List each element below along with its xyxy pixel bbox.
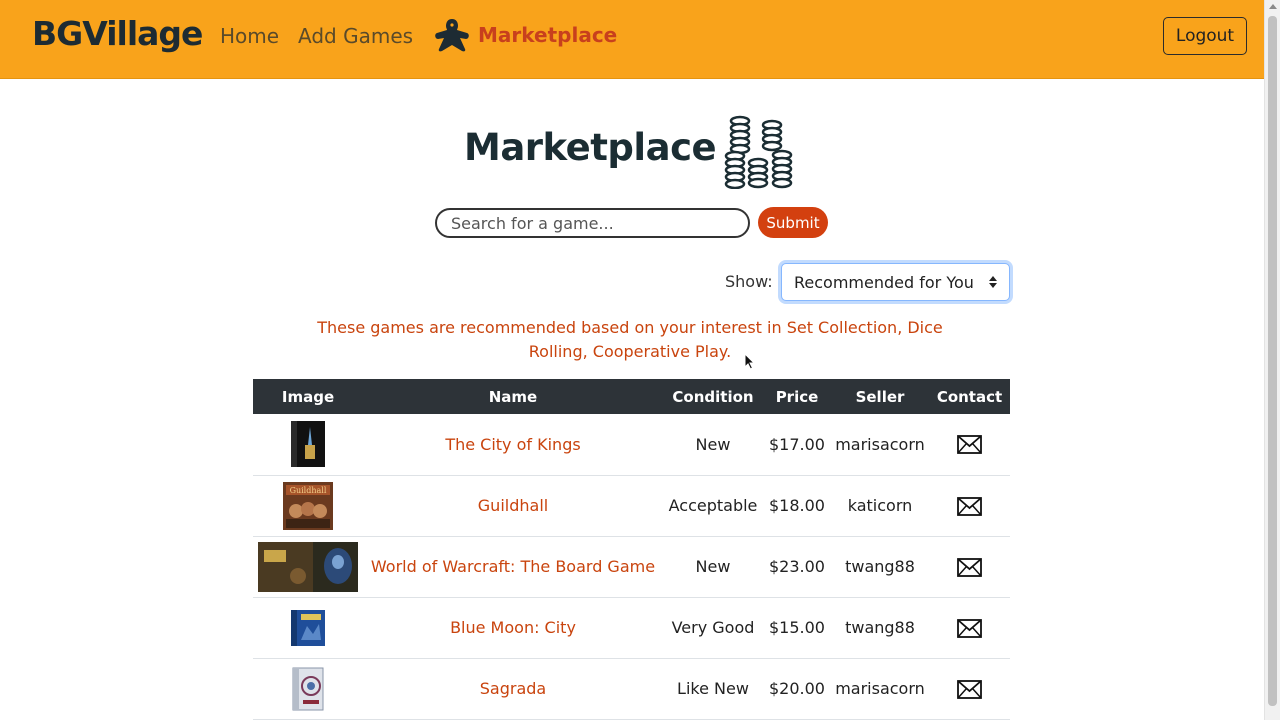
recommendation-note: These games are recommended based on you… [317, 318, 943, 361]
nav-marketplace-label: Marketplace [478, 23, 618, 47]
game-thumbnail-blue-moon-city[interactable] [289, 608, 327, 648]
nav-home-link[interactable]: Home [220, 24, 279, 48]
game-thumbnail-city-of-kings[interactable] [290, 419, 326, 469]
envelope-icon[interactable] [957, 435, 982, 455]
game-name-cell: World of Warcraft: The Board Game [363, 536, 663, 598]
page-title: Marketplace [464, 126, 717, 169]
submit-button[interactable]: Submit [758, 207, 828, 238]
game-thumbnail-world-of-warcraft[interactable] [258, 541, 358, 592]
contact-cell [929, 597, 1010, 659]
seller-cell: marisacorn [831, 414, 929, 476]
price-cell: $23.00 [763, 536, 831, 598]
column-header-image: Image [253, 379, 363, 414]
navbar: BGVillage Home Add Games Marketplace Log… [0, 0, 1264, 79]
game-name-link[interactable]: World of Warcraft: The Board Game [371, 557, 655, 576]
marketplace-table: Image Name Condition Price Seller Contac… [253, 379, 1010, 720]
seller-cell: twang88 [831, 536, 929, 598]
logout-button[interactable]: Logout [1163, 17, 1247, 55]
table-row: Blue Moon: City Very Good $15.00 twang88 [253, 597, 1010, 659]
nav-marketplace-link[interactable]: Marketplace [434, 18, 617, 52]
envelope-icon[interactable] [957, 557, 982, 577]
show-filter-select[interactable]: Recommended for You [781, 263, 1010, 301]
search-input[interactable] [435, 208, 750, 238]
contact-cell [929, 414, 1010, 476]
game-name-cell: Guildhall [363, 475, 663, 537]
table-row: Guildhall Guildhall Acceptable $18.00 ka… [253, 475, 1010, 537]
game-name-cell: Blue Moon: City [363, 597, 663, 659]
show-filter-selected-value: Recommended for You [794, 272, 974, 292]
scroll-thumb[interactable] [1268, 16, 1277, 706]
game-image-cell [253, 536, 363, 598]
game-image-cell: Guildhall [253, 475, 363, 537]
game-name-cell: Sagrada [363, 658, 663, 720]
envelope-icon[interactable] [957, 496, 982, 516]
game-name-link[interactable]: The City of Kings [445, 435, 580, 454]
contact-cell [929, 536, 1010, 598]
show-filter-label: Show: [725, 272, 773, 291]
game-name-cell: The City of Kings [363, 414, 663, 476]
column-header-seller: Seller [831, 379, 929, 414]
condition-cell: New [663, 414, 763, 476]
meeple-icon [435, 19, 469, 52]
table-header-row: Image Name Condition Price Seller Contac… [253, 379, 1010, 414]
column-header-condition: Condition [663, 379, 763, 414]
price-cell: $20.00 [763, 658, 831, 720]
brand-logo[interactable]: BGVillage [32, 14, 203, 53]
table-row: The City of Kings New $17.00 marisacorn [253, 414, 1010, 476]
game-image-cell [253, 414, 363, 476]
game-thumbnail-guildhall[interactable]: Guildhall [282, 481, 334, 531]
game-name-link[interactable]: Sagrada [480, 679, 546, 698]
mouse-cursor-icon [744, 353, 756, 370]
condition-cell: Like New [663, 658, 763, 720]
condition-cell: Acceptable [663, 475, 763, 537]
game-image-cell [253, 597, 363, 659]
seller-cell: twang88 [831, 597, 929, 659]
column-header-contact: Contact [929, 379, 1010, 414]
table-row: World of Warcraft: The Board Game New $2… [253, 536, 1010, 598]
scroll-up-arrow-icon[interactable] [1269, 4, 1277, 9]
column-header-name: Name [363, 379, 663, 414]
seller-cell: marisacorn [831, 658, 929, 720]
table-row: Sagrada Like New $20.00 marisacorn [253, 658, 1010, 720]
nav-add-games-link[interactable]: Add Games [298, 24, 413, 48]
contact-cell [929, 658, 1010, 720]
svg-text:Guildhall: Guildhall [290, 486, 327, 495]
condition-cell: Very Good [663, 597, 763, 659]
condition-cell: New [663, 536, 763, 598]
column-header-price: Price [763, 379, 831, 414]
envelope-icon[interactable] [957, 618, 982, 638]
game-name-link[interactable]: Blue Moon: City [450, 618, 576, 637]
game-thumbnail-sagrada[interactable] [291, 666, 325, 712]
seller-cell: katicorn [831, 475, 929, 537]
coin-stacks-icon [724, 115, 793, 189]
envelope-icon[interactable] [957, 679, 982, 699]
price-cell: $15.00 [763, 597, 831, 659]
select-arrows-icon [989, 276, 997, 288]
game-image-cell [253, 658, 363, 720]
price-cell: $18.00 [763, 475, 831, 537]
vertical-scrollbar[interactable] [1264, 0, 1280, 720]
contact-cell [929, 475, 1010, 537]
game-name-link[interactable]: Guildhall [478, 496, 548, 515]
price-cell: $17.00 [763, 414, 831, 476]
